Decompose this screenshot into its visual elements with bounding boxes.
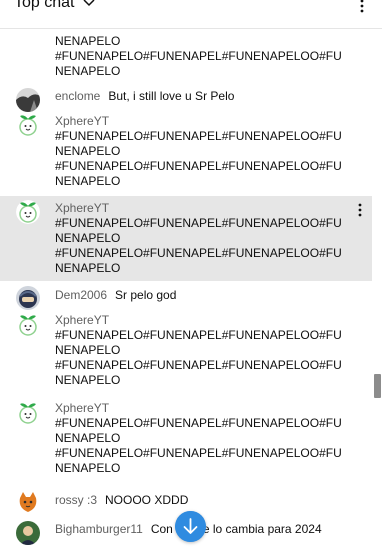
author-name[interactable]: Dem2006 xyxy=(55,288,107,302)
scrollbar[interactable] xyxy=(373,28,382,550)
chat-message: XphereYT #FUNENAPELO#FUNENAPEL#FUNENAPEL… xyxy=(0,310,372,392)
arrow-down-icon[interactable] xyxy=(175,511,206,542)
sprout-avatar[interactable] xyxy=(16,401,40,425)
cat-avatar[interactable] xyxy=(16,490,40,514)
helmet-avatar[interactable] xyxy=(16,286,40,310)
sprout-avatar[interactable] xyxy=(16,313,40,337)
author-name[interactable]: Bighamburger11 xyxy=(55,522,143,536)
message-text: NENAPELO #FUNENAPELO#FUNENAPEL#FUNENAPEL… xyxy=(55,34,342,78)
message-text: Sr pelo god xyxy=(115,288,177,302)
chat-message-list[interactable]: NENAPELO #FUNENAPELO#FUNENAPEL#FUNENAPEL… xyxy=(0,28,372,545)
message-text: But, i still love u Sr Pelo xyxy=(108,89,235,103)
author-name[interactable]: rossy :3 xyxy=(55,493,97,507)
scrollbar-thumb[interactable] xyxy=(374,374,381,398)
chevron-down-icon[interactable] xyxy=(82,0,96,10)
message-text: #FUNENAPELO#FUNENAPEL#FUNENAPELOO#FUNENA… xyxy=(55,328,342,387)
chat-message: XphereYT #FUNENAPELO#FUNENAPEL#FUNENAPEL… xyxy=(0,392,372,480)
message-text: NOOOO XDDD xyxy=(105,493,189,507)
chat-header: Top chat xyxy=(0,0,382,29)
chat-message: enclome But, i still love u Sr Pelo xyxy=(0,83,372,112)
sprout-avatar[interactable] xyxy=(16,200,40,224)
chat-message: XphereYT #FUNENAPELO#FUNENAPEL#FUNENAPEL… xyxy=(0,110,372,193)
message-text: #FUNENAPELO#FUNENAPEL#FUNENAPELOO#FUNENA… xyxy=(55,416,342,475)
author-name[interactable]: enclome xyxy=(55,89,100,103)
chat-message: Dem2006 Sr pelo god xyxy=(0,281,372,310)
message-text: #FUNENAPELO#FUNENAPEL#FUNENAPELOO#FUNENA… xyxy=(55,216,342,275)
character-avatar[interactable] xyxy=(16,521,40,545)
chat-message: NENAPELO #FUNENAPELO#FUNENAPEL#FUNENAPEL… xyxy=(0,28,372,83)
sprout-avatar[interactable] xyxy=(16,113,40,137)
author-name[interactable]: XphereYT xyxy=(55,401,340,416)
author-name[interactable]: XphereYT xyxy=(55,201,340,216)
chat-message-highlighted[interactable]: XphereYT #FUNENAPELO#FUNENAPEL#FUNENAPEL… xyxy=(0,196,372,281)
anime-avatar[interactable] xyxy=(16,88,40,112)
message-text: #FUNENAPELO#FUNENAPEL#FUNENAPELOO#FUNENA… xyxy=(55,129,342,188)
author-name[interactable]: XphereYT xyxy=(55,114,340,129)
author-name[interactable]: XphereYT xyxy=(55,313,340,328)
more-vert-icon[interactable] xyxy=(356,202,364,218)
more-vert-icon[interactable] xyxy=(357,0,367,14)
chat-mode-label[interactable]: Top chat xyxy=(14,0,74,12)
